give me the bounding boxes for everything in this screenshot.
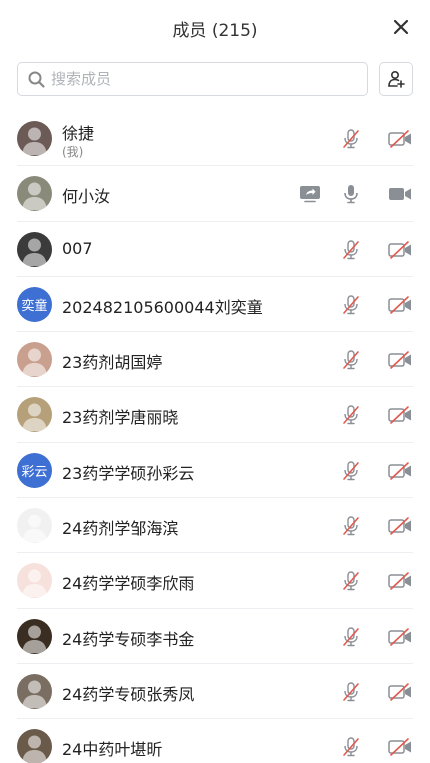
member-row[interactable]: 何小汝 xyxy=(17,166,413,222)
microphone-muted-icon[interactable] xyxy=(339,349,363,371)
add-user-icon xyxy=(388,70,405,88)
avatar-photo-icon xyxy=(22,680,47,708)
member-name: 23药学学硕孙彩云 xyxy=(62,463,195,483)
avatar-initials: 奕童 xyxy=(21,298,48,314)
avatar xyxy=(17,618,52,654)
camera-off-icon[interactable] xyxy=(387,404,413,426)
camera-icon[interactable] xyxy=(387,183,413,205)
avatar xyxy=(17,342,52,378)
member-row[interactable]: 徐捷 (我) xyxy=(17,111,413,167)
avatar xyxy=(17,673,52,709)
search-box xyxy=(17,62,368,96)
avatar-photo-icon xyxy=(22,403,47,432)
microphone-icon[interactable] xyxy=(339,183,363,205)
avatar xyxy=(17,563,52,599)
header: 成员 (215) xyxy=(0,0,430,56)
close-button[interactable] xyxy=(390,16,412,38)
member-row[interactable]: 24中药叶堪昕 xyxy=(17,719,413,763)
search-icon xyxy=(28,71,45,88)
search-input[interactable] xyxy=(51,70,341,88)
member-name: 何小汝 xyxy=(62,187,111,207)
member-name: 24药学专硕李书金 xyxy=(62,629,195,649)
page-title: 成员 (215) xyxy=(172,21,258,41)
member-name: 007 xyxy=(62,238,93,258)
member-row[interactable]: 007 xyxy=(17,222,413,277)
avatar-photo-icon xyxy=(22,348,47,377)
camera-off-icon[interactable] xyxy=(387,294,413,316)
avatar-photo-icon xyxy=(22,735,47,763)
member-name: 24药剂学邹海滨 xyxy=(62,519,179,539)
avatar xyxy=(17,121,52,156)
microphone-muted-icon[interactable] xyxy=(339,570,363,592)
avatar xyxy=(17,397,52,433)
camera-off-icon[interactable] xyxy=(387,239,413,261)
avatar: 彩云 xyxy=(17,452,52,488)
member-name: 24药学专硕张秀凤 xyxy=(62,684,195,704)
close-icon xyxy=(393,19,409,35)
member-row[interactable]: 23药剂胡国婷 xyxy=(17,332,413,388)
avatar: 奕童 xyxy=(17,286,52,322)
camera-off-icon[interactable] xyxy=(387,460,413,482)
microphone-muted-icon[interactable] xyxy=(339,626,363,648)
avatar xyxy=(17,729,52,763)
member-name: 23药剂学唐丽晓 xyxy=(62,408,179,428)
camera-off-icon[interactable] xyxy=(387,128,413,150)
microphone-muted-icon[interactable] xyxy=(339,404,363,426)
microphone-muted-icon[interactable] xyxy=(339,515,363,537)
member-name: 徐捷 xyxy=(62,124,95,143)
camera-off-icon[interactable] xyxy=(387,570,413,592)
member-row[interactable]: 奕童 202482105600044刘奕童 xyxy=(17,277,413,333)
camera-off-icon[interactable] xyxy=(387,626,413,648)
camera-off-icon[interactable] xyxy=(387,515,413,537)
members-panel: 成员 (215) 徐捷 (我) 何小汝 007 奕童 202482105600044刘奕童… xyxy=(0,0,430,763)
screen-share-icon[interactable] xyxy=(298,183,322,205)
avatar-photo-icon xyxy=(22,238,47,266)
avatar xyxy=(17,508,52,544)
microphone-muted-icon[interactable] xyxy=(339,128,363,150)
avatar-photo-icon xyxy=(22,625,47,653)
microphone-muted-icon[interactable] xyxy=(339,460,363,482)
avatar xyxy=(17,231,52,267)
member-name: 23药剂胡国婷 xyxy=(62,353,163,373)
member-row[interactable]: 24药学学硕李欣雨 xyxy=(17,553,413,609)
camera-off-icon[interactable] xyxy=(387,681,413,703)
camera-off-icon[interactable] xyxy=(387,349,413,371)
member-row[interactable]: 24药学专硕李书金 xyxy=(17,609,413,664)
microphone-muted-icon[interactable] xyxy=(339,681,363,703)
member-row[interactable]: 24药学专硕张秀凤 xyxy=(17,664,413,720)
avatar-photo-icon xyxy=(22,514,47,543)
member-self-tag: (我) xyxy=(62,145,84,159)
avatar-photo-icon xyxy=(22,569,47,598)
member-row[interactable]: 23药剂学唐丽晓 xyxy=(17,387,413,443)
avatar-photo-icon xyxy=(22,182,47,211)
microphone-muted-icon[interactable] xyxy=(339,294,363,316)
microphone-muted-icon[interactable] xyxy=(339,239,363,261)
member-name: 24药学学硕李欣雨 xyxy=(62,574,195,594)
avatar-photo-icon xyxy=(22,127,47,155)
member-name: 202482105600044刘奕童 xyxy=(62,297,263,317)
member-row[interactable]: 彩云 23药学学硕孙彩云 xyxy=(17,443,413,499)
member-list: 徐捷 (我) 何小汝 007 奕童 202482105600044刘奕童 23药剂胡国婷 23… xyxy=(0,111,430,763)
avatar-initials: 彩云 xyxy=(21,464,48,480)
invite-member-button[interactable] xyxy=(379,62,413,96)
microphone-muted-icon[interactable] xyxy=(339,736,363,758)
member-name: 24中药叶堪昕 xyxy=(62,740,163,760)
search-row xyxy=(17,62,413,96)
member-row[interactable]: 24药剂学邹海滨 xyxy=(17,498,413,554)
avatar xyxy=(17,176,52,212)
camera-off-icon[interactable] xyxy=(387,736,413,758)
